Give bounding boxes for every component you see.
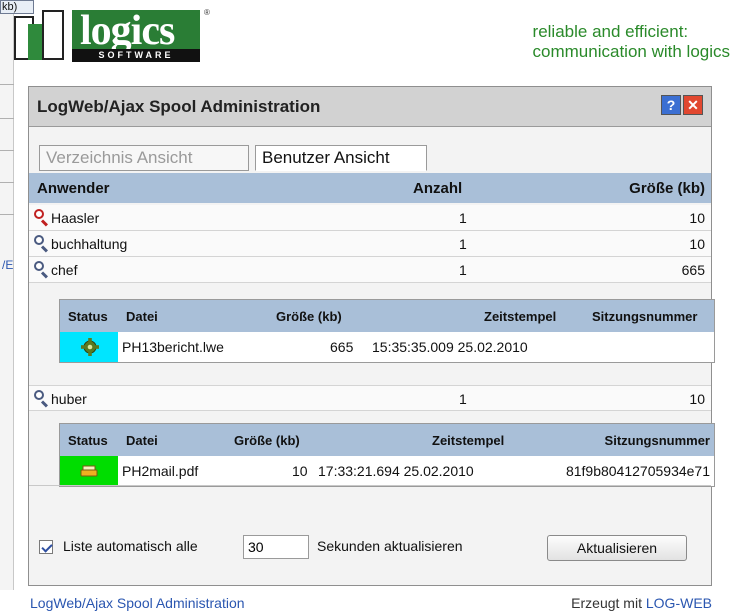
footer-credit: Erzeugt mit LOG-WEB <box>571 595 712 611</box>
sub-column-file[interactable]: Datei <box>126 309 158 324</box>
user-name: huber <box>51 391 87 407</box>
tab-directory-view[interactable]: Verzeichnis Ansicht <box>39 145 249 171</box>
footer-title-link[interactable]: LogWeb/Ajax Spool Administration <box>30 595 245 611</box>
sub-column-timestamp[interactable]: Zeitstempel <box>432 433 504 448</box>
magnifier-icon[interactable] <box>33 389 51 408</box>
divider <box>29 485 711 486</box>
background-link[interactable]: /E <box>2 258 13 272</box>
sub-column-size[interactable]: Größe (kb) <box>276 309 342 324</box>
page-footer: LogWeb/Ajax Spool Administration Erzeugt… <box>0 592 742 616</box>
user-row-chef[interactable]: chef 1 665 <box>29 257 711 283</box>
user-size: 10 <box>689 236 705 252</box>
sub-column-timestamp[interactable]: Zeitstempel <box>484 309 556 324</box>
background-divider <box>0 118 14 119</box>
job-file[interactable]: PH2mail.pdf <box>122 463 198 479</box>
subtable-header: Status Datei Größe (kb) Zeitstempel Sitz… <box>60 424 714 456</box>
spool-admin-window: LogWeb/Ajax Spool Administration ? ✕ Ver… <box>28 86 715 586</box>
job-status <box>60 456 118 486</box>
job-timestamp: 17:33:21.694 25.02.2010 <box>318 463 474 479</box>
background-page: kb) /E <box>0 0 34 590</box>
job-size: 10 <box>292 463 308 479</box>
refresh-interval-input[interactable] <box>243 535 309 559</box>
user-row-buchhaltung[interactable]: buchhaltung 1 10 <box>29 231 711 257</box>
column-size[interactable]: Größe (kb) <box>629 180 705 197</box>
close-button[interactable]: ✕ <box>683 95 703 115</box>
logweb-link[interactable]: LOG-WEB <box>646 595 712 611</box>
background-divider <box>0 84 14 85</box>
sub-column-file[interactable]: Datei <box>126 433 158 448</box>
user-count: 1 <box>459 262 467 278</box>
subtable-header: Status Datei Größe (kb) Zeitstempel Sitz… <box>60 300 714 332</box>
user-row-haasler[interactable]: Haasler 1 10 <box>29 205 711 231</box>
background-divider <box>0 182 14 183</box>
auto-refresh-checkbox[interactable] <box>39 540 53 554</box>
user-count: 1 <box>459 236 467 252</box>
background-divider <box>0 214 14 215</box>
logo-squares-icon <box>14 10 66 62</box>
chef-jobs-table: Status Datei Größe (kb) Zeitstempel Sitz… <box>59 299 715 363</box>
job-file[interactable]: PH13bericht.lwe <box>122 339 224 355</box>
sub-column-session[interactable]: Sitzungsnummer <box>605 433 710 448</box>
sub-column-status[interactable]: Status <box>68 309 108 324</box>
auto-refresh-unit-label: Sekunden aktualisieren <box>317 538 463 554</box>
user-table-header: Anwender Anzahl Größe (kb) <box>29 173 711 203</box>
job-size: 665 <box>330 339 354 355</box>
user-row-huber[interactable]: huber 1 10 <box>29 385 711 411</box>
column-user[interactable]: Anwender <box>37 180 110 197</box>
magnifier-icon[interactable] <box>33 260 51 279</box>
job-row[interactable]: PH13bericht.lwe 665 15:35:35.009 25.02.2… <box>60 332 714 362</box>
user-name: chef <box>51 262 78 278</box>
auto-refresh-label: Liste automatisch alle <box>63 538 198 554</box>
job-status <box>60 332 118 362</box>
user-count: 1 <box>459 391 467 407</box>
sub-column-size[interactable]: Größe (kb) <box>234 433 300 448</box>
refresh-button[interactable]: Aktualisieren <box>547 535 687 561</box>
window-title: LogWeb/Ajax Spool Administration <box>37 97 321 116</box>
huber-jobs-table: Status Datei Größe (kb) Zeitstempel Sitz… <box>59 423 715 487</box>
printer-icon <box>80 465 98 477</box>
job-row[interactable]: PH2mail.pdf 10 17:33:21.694 25.02.2010 8… <box>60 456 714 486</box>
user-size: 665 <box>681 262 705 278</box>
column-count[interactable]: Anzahl <box>413 180 462 197</box>
logo-wordmark: logics SOFTWARE <box>72 8 200 62</box>
magnifier-icon[interactable] <box>33 234 51 253</box>
magnifier-red-icon[interactable] <box>33 208 51 227</box>
user-size: 10 <box>689 391 705 407</box>
user-size: 10 <box>689 210 705 226</box>
job-session: 81f9b80412705934e71 <box>565 463 710 479</box>
tab-user-view[interactable]: Benutzer Ansicht <box>255 145 427 171</box>
user-name: Haasler <box>51 210 100 226</box>
window-titlebar: LogWeb/Ajax Spool Administration ? ✕ <box>29 87 711 127</box>
job-timestamp: 15:35:35.009 25.02.2010 <box>372 339 528 355</box>
help-button[interactable]: ? <box>661 95 681 115</box>
sub-column-status[interactable]: Status <box>68 433 108 448</box>
tagline: reliable and efficient: communication wi… <box>532 22 730 61</box>
background-divider <box>0 150 14 151</box>
user-name: buchhaltung <box>51 236 128 252</box>
gear-icon <box>81 338 99 356</box>
auto-refresh-setting: Liste automatisch alle Sekunden aktualis… <box>39 535 499 561</box>
sub-column-session[interactable]: Sitzungsnummer <box>592 309 697 324</box>
user-count: 1 <box>459 210 467 226</box>
